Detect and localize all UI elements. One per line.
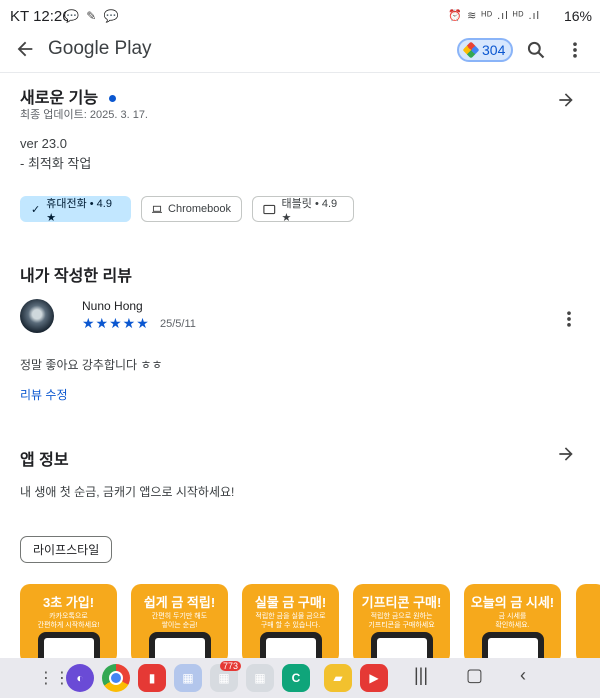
screenshot-desc: 적립한 금으로 원하는 기프티콘을 구매하세요 bbox=[368, 613, 435, 629]
chip-label: Chromebook bbox=[168, 203, 231, 215]
folder-icon[interactable]: ▦ bbox=[174, 664, 202, 692]
device-chip-phone[interactable]: ✓ 휴대전화 • 4.9 ★ bbox=[20, 196, 131, 224]
play-points-count: 304 bbox=[482, 42, 506, 58]
dock-app-icon[interactable]: ◐ bbox=[66, 664, 94, 692]
review-text: 정말 좋아요 강추합니다 ㅎㅎ bbox=[20, 358, 163, 372]
screenshot-desc: 간편히 두기만 해도 쌓이는 순금! bbox=[151, 613, 208, 629]
play-points-icon bbox=[462, 41, 480, 59]
search-icon[interactable] bbox=[526, 40, 546, 60]
screenshot-partial[interactable] bbox=[576, 584, 600, 664]
device-chip-chromebook[interactable]: Chromebook bbox=[141, 196, 242, 222]
avatar bbox=[20, 299, 54, 333]
app-store-title: Google Play bbox=[48, 38, 152, 59]
app-description: 내 생애 첫 순금, 금캐기 앱으로 시작하세요! bbox=[20, 485, 235, 499]
status-time: KT 12:26 bbox=[10, 8, 71, 25]
last-updated: 최종 업데이트: 2025. 3. 17. bbox=[20, 109, 148, 121]
screenshot-title: 3초 가입! bbox=[42, 595, 95, 610]
chip-label: 휴대전화 • 4.9 ★ bbox=[46, 197, 112, 224]
more-options-icon[interactable] bbox=[570, 40, 580, 60]
back-nav-icon[interactable]: ‹ bbox=[520, 665, 526, 686]
screenshot-card[interactable]: 오늘의 금 시세! 금 시세를 확인하세요. bbox=[464, 584, 561, 664]
screenshot-desc: 금 시세를 확인하세요. bbox=[495, 613, 530, 629]
youtube-icon[interactable]: ▶ bbox=[360, 664, 388, 692]
review-date: 25/5/11 bbox=[160, 318, 196, 330]
screenshot-title: 오늘의 금 시세! bbox=[470, 595, 555, 610]
app-info-heading[interactable]: 앱 정보 bbox=[20, 446, 69, 470]
notification-icons: 💬 ✎ 💬 bbox=[64, 9, 121, 23]
play-points-badge[interactable]: 304 bbox=[457, 38, 513, 62]
app-info-arrow-icon[interactable] bbox=[556, 444, 576, 464]
version-text: ver 23.0 bbox=[20, 136, 67, 151]
divider bbox=[0, 72, 600, 73]
folder-icon-3[interactable]: ▦ bbox=[246, 664, 274, 692]
notification-badge: 773 bbox=[220, 661, 242, 671]
chrome-icon[interactable] bbox=[102, 664, 130, 692]
signal-icons: ⏰ ≋ ᴴᴰ .ıl ᴴᴰ .ıl bbox=[448, 10, 540, 22]
edit-review-link[interactable]: 리뷰 수정 bbox=[20, 386, 68, 403]
screenshot-card[interactable]: 쉽게 금 적립! 간편히 두기만 해도 쌓이는 순금! bbox=[131, 584, 228, 664]
chip-label: 태블릿 • 4.9 ★ bbox=[281, 197, 338, 224]
screenshot-card[interactable]: 기프티콘 구매! 적립한 금으로 원하는 기프티콘을 구매하세요 bbox=[353, 584, 450, 664]
release-note: - 최적화 작업 bbox=[20, 156, 92, 171]
review-rating-stars: ★★★★★ bbox=[82, 315, 150, 331]
laptop-icon bbox=[152, 205, 163, 213]
device-chip-tablet[interactable]: 태블릿 • 4.9 ★ bbox=[252, 196, 354, 224]
tablet-icon bbox=[263, 204, 276, 214]
screenshot-card[interactable]: 실물 금 구매! 적립한 금을 실물 금으로 구매 할 수 있습니다. bbox=[242, 584, 339, 664]
whats-new-arrow-icon[interactable] bbox=[556, 90, 576, 110]
screenshot-title: 쉽게 금 적립! bbox=[143, 595, 216, 610]
screenshot-desc: 카카오톡으로 간편하게 시작하세요! bbox=[37, 613, 100, 629]
screenshot-card[interactable]: 3초 가입! 카카오톡으로 간편하게 시작하세요! bbox=[20, 584, 117, 664]
new-indicator-dot bbox=[108, 95, 116, 103]
review-author: Nuno Hong bbox=[82, 299, 143, 313]
category-chip[interactable]: 라이프스타일 bbox=[20, 536, 113, 563]
check-icon: ✓ bbox=[31, 203, 41, 216]
back-arrow-icon[interactable] bbox=[14, 38, 36, 60]
dock-app-icon-green[interactable]: C bbox=[282, 664, 310, 692]
whats-new-title: 새로운 기능 bbox=[20, 90, 99, 107]
status-bar: KT 12:26 💬 ✎ 💬 ⏰ ≋ ᴴᴰ .ıl ᴴᴰ .ıl 16% bbox=[0, 0, 600, 34]
home-icon[interactable]: ▢ bbox=[466, 665, 483, 686]
screenshot-title: 실물 금 구매! bbox=[254, 595, 327, 610]
battery-level: 16% bbox=[563, 8, 592, 24]
my-review-heading: 내가 작성한 리뷰 bbox=[20, 268, 132, 285]
screenshot-desc: 적립한 금을 실물 금으로 구매 할 수 있습니다. bbox=[255, 613, 326, 629]
whats-new-header[interactable]: 새로운 기능 bbox=[20, 84, 116, 108]
recent-apps-icon[interactable]: ||| bbox=[414, 665, 428, 686]
dock-app-icon-red[interactable]: ▮ bbox=[138, 664, 166, 692]
review-more-icon[interactable] bbox=[564, 309, 574, 329]
gold-bar-icon[interactable]: ▰ bbox=[324, 664, 352, 692]
screenshot-title: 기프티콘 구매! bbox=[361, 595, 442, 610]
